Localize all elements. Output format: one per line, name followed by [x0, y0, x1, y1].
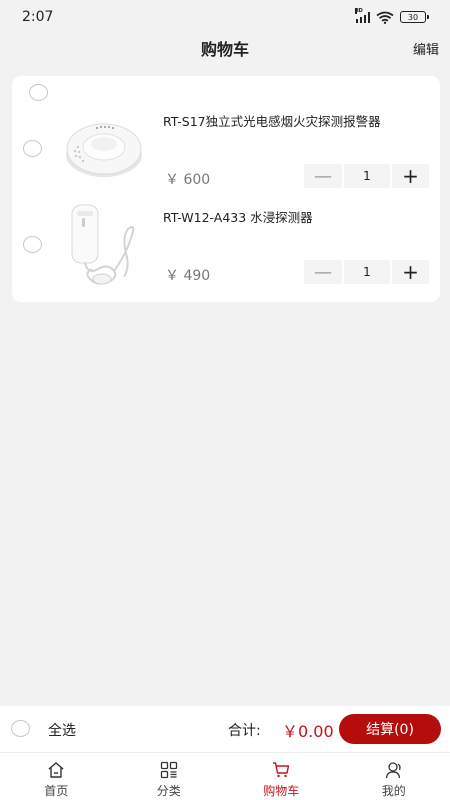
item-title[interactable]: RT-S17独立式光电感烟火灾探测报警器 [163, 113, 398, 131]
tab-cart[interactable]: 购物车 [225, 753, 338, 800]
quantity-value[interactable]: 1 [344, 164, 390, 188]
increase-quantity-button[interactable]: + [392, 164, 429, 188]
item-select-radio[interactable] [23, 140, 42, 157]
tab-label: 购物车 [263, 784, 300, 798]
tab-label: 分类 [156, 784, 181, 798]
status-bar: 2:07 HD 30 [0, 0, 450, 34]
network-label: HD [354, 7, 363, 14]
category-icon [160, 761, 177, 779]
cart-card: RT-S17独立式光电感烟火灾探测报警器 ￥ 600 — 1 + RT-W12-… [12, 76, 440, 302]
page-title: 购物车 [200, 40, 249, 59]
quantity-stepper: — 1 + [304, 164, 429, 188]
battery-icon: 30 [400, 11, 429, 23]
quantity-value[interactable]: 1 [344, 260, 390, 284]
cart-icon [273, 762, 290, 778]
tab-label: 我的 [381, 784, 406, 798]
increase-quantity-button[interactable]: + [392, 260, 429, 284]
tab-category[interactable]: 分类 [113, 753, 226, 800]
shop-select-radio[interactable] [29, 84, 48, 101]
item-title[interactable]: RT-W12-A433 水浸探测器 [163, 209, 398, 227]
header: 购物车 编辑 [0, 34, 450, 62]
tab-home[interactable]: 首页 [0, 753, 113, 800]
status-icons: HD 30 [354, 7, 429, 24]
item-select-radio[interactable] [23, 236, 42, 253]
tab-profile[interactable]: 我的 [338, 753, 450, 800]
tab-label: 首页 [44, 784, 69, 798]
total-label: 合计: [228, 723, 261, 739]
checkout-button[interactable]: 结算(0) [339, 714, 441, 744]
select-all-label[interactable]: 全选 [48, 720, 76, 740]
wifi-icon [376, 11, 394, 24]
smoke-detector-image[interactable] [60, 106, 148, 194]
total-amount: ￥0.00 [282, 722, 334, 741]
cart-item: RT-W12-A433 水浸探测器 ￥ 490 — 1 + [12, 202, 440, 298]
signal-icon: HD [354, 7, 370, 23]
edit-button[interactable]: 编辑 [413, 39, 439, 58]
cart-item: RT-S17独立式光电感烟火灾探测报警器 ￥ 600 — 1 + [12, 106, 440, 202]
water-leak-detector-image[interactable] [60, 202, 148, 290]
battery-level: 30 [407, 12, 419, 22]
decrease-quantity-button[interactable]: — [304, 164, 342, 188]
decrease-quantity-button[interactable]: — [304, 260, 342, 284]
bottom-tab-bar: 首页 分类 购物车 我的 [0, 752, 450, 800]
quantity-stepper: — 1 + [304, 260, 429, 284]
smoke-detector-icon [66, 123, 142, 177]
water-leak-detector-icon [71, 204, 135, 285]
profile-icon [385, 762, 401, 779]
home-icon [48, 762, 64, 778]
item-price: ￥ 490 [165, 268, 211, 284]
select-all-radio[interactable] [11, 720, 30, 737]
checkout-bar: 全选 合计: ￥0.00 结算(0) [0, 706, 450, 752]
status-time: 2:07 [22, 9, 54, 25]
item-price: ￥ 600 [165, 172, 211, 188]
